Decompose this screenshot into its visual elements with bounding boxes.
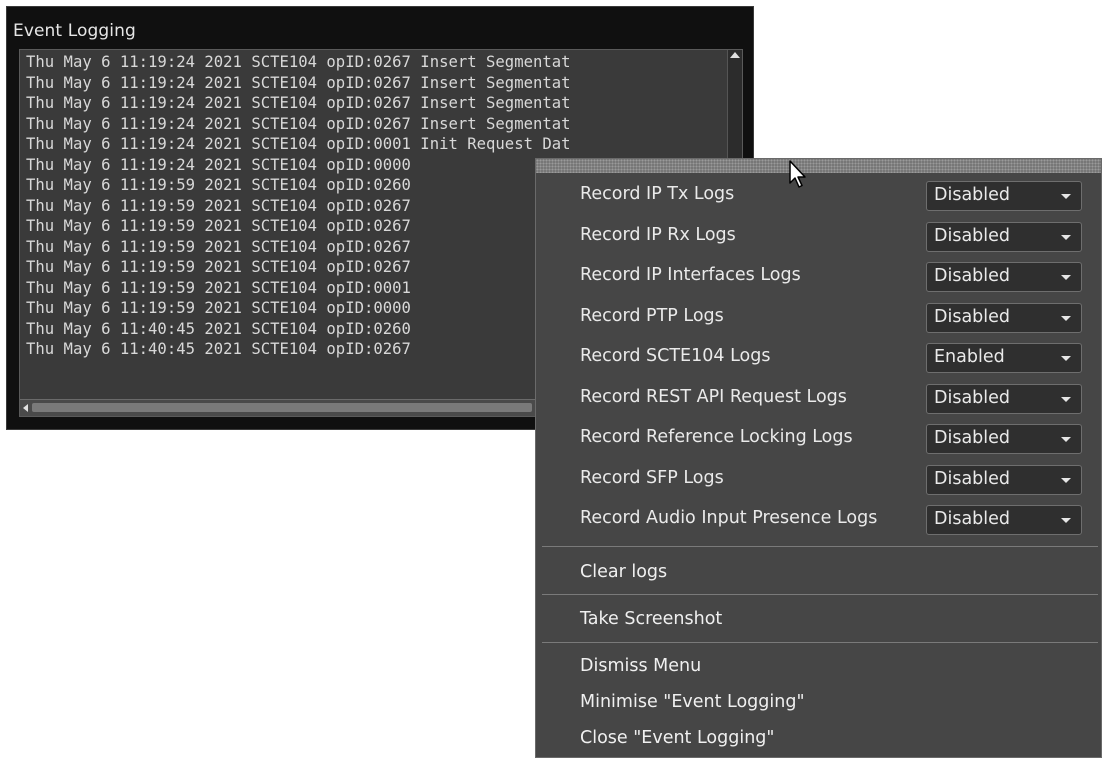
dropdown-value: Disabled bbox=[934, 225, 1011, 246]
setting-label: Record Reference Locking Logs bbox=[580, 427, 853, 447]
dropdown-value: Disabled bbox=[934, 387, 1011, 408]
log-line: Thu May 6 11:19:24 2021 SCTE104 opID:026… bbox=[26, 114, 571, 133]
ptp-logs-dropdown[interactable]: Disabled bbox=[926, 302, 1082, 333]
dismiss-menu-item[interactable]: Dismiss Menu bbox=[580, 656, 701, 676]
setting-label: Record IP Interfaces Logs bbox=[580, 265, 801, 285]
setting-row-ip-tx: Record IP Tx Logs Disabled bbox=[536, 176, 1101, 216]
setting-row-rest-api: Record REST API Request Logs Disabled bbox=[536, 379, 1101, 419]
menu-drag-handle[interactable] bbox=[536, 159, 1101, 173]
ip-rx-logs-dropdown[interactable]: Disabled bbox=[926, 221, 1082, 252]
window-title: Event Logging bbox=[13, 21, 136, 41]
reference-locking-logs-dropdown[interactable]: Disabled bbox=[926, 424, 1082, 454]
chevron-down-icon bbox=[1061, 194, 1071, 199]
chevron-down-icon bbox=[1061, 518, 1071, 523]
menu-separator bbox=[542, 594, 1098, 595]
scroll-left-arrow-icon[interactable] bbox=[23, 404, 28, 412]
chevron-down-icon bbox=[1061, 315, 1071, 321]
clear-logs-item[interactable]: Clear logs bbox=[580, 562, 667, 582]
setting-label: Record Audio Input Presence Logs bbox=[580, 508, 878, 528]
setting-label: Record PTP Logs bbox=[580, 305, 724, 326]
log-line: Thu May 6 11:19:24 2021 SCTE104 opID:026… bbox=[26, 73, 571, 92]
scroll-up-arrow-icon[interactable] bbox=[730, 52, 740, 58]
chevron-down-icon bbox=[1061, 234, 1071, 240]
setting-row-reference-locking: Record Reference Locking Logs Disabled bbox=[536, 419, 1101, 459]
dropdown-value: Disabled bbox=[934, 468, 1011, 489]
log-line: Thu May 6 11:19:24 2021 SCTE104 opID:000… bbox=[26, 135, 571, 153]
minimise-window-item[interactable]: Minimise "Event Logging" bbox=[580, 692, 805, 712]
close-window-item[interactable]: Close "Event Logging" bbox=[580, 728, 774, 748]
dropdown-value: Disabled bbox=[934, 266, 1011, 286]
dropdown-value: Disabled bbox=[934, 306, 1011, 327]
log-line: Thu May 6 11:19:24 2021 SCTE104 opID:026… bbox=[26, 94, 571, 112]
chevron-down-icon bbox=[1061, 396, 1071, 402]
ip-interfaces-logs-dropdown[interactable]: Disabled bbox=[926, 262, 1082, 292]
dropdown-value: Disabled bbox=[934, 509, 1011, 529]
chevron-down-icon bbox=[1061, 437, 1071, 442]
setting-label: Record IP Rx Logs bbox=[580, 224, 736, 245]
chevron-down-icon bbox=[1061, 275, 1071, 280]
setting-label: Record IP Tx Logs bbox=[580, 184, 735, 204]
mouse-pointer-icon bbox=[789, 160, 806, 188]
setting-row-scte104: Record SCTE104 Logs Enabled bbox=[536, 338, 1101, 378]
menu-separator bbox=[542, 642, 1098, 643]
dropdown-value: Enabled bbox=[934, 347, 1005, 367]
setting-row-ip-interfaces: Record IP Interfaces Logs Disabled bbox=[536, 257, 1101, 297]
dropdown-value: Disabled bbox=[934, 428, 1011, 448]
context-menu: Record IP Tx Logs Disabled Record IP Rx … bbox=[535, 158, 1102, 758]
sfp-logs-dropdown[interactable]: Disabled bbox=[926, 464, 1082, 495]
ip-tx-logs-dropdown[interactable]: Disabled bbox=[926, 181, 1082, 211]
log-line: Thu May 6 11:19:24 2021 SCTE104 opID:026… bbox=[26, 53, 571, 71]
setting-row-ptp: Record PTP Logs Disabled bbox=[536, 298, 1101, 338]
setting-label: Record SFP Logs bbox=[580, 467, 724, 488]
rest-api-logs-dropdown[interactable]: Disabled bbox=[926, 383, 1082, 414]
menu-separator bbox=[542, 546, 1098, 547]
scrollbar-thumb[interactable] bbox=[32, 403, 532, 412]
chevron-down-icon bbox=[1061, 477, 1071, 483]
setting-row-ip-rx: Record IP Rx Logs Disabled bbox=[536, 217, 1101, 257]
scte104-logs-dropdown[interactable]: Enabled bbox=[926, 343, 1082, 373]
take-screenshot-item[interactable]: Take Screenshot bbox=[580, 609, 722, 629]
setting-label: Record SCTE104 Logs bbox=[580, 346, 771, 366]
chevron-down-icon bbox=[1061, 356, 1071, 361]
audio-input-presence-logs-dropdown[interactable]: Disabled bbox=[926, 505, 1082, 535]
setting-row-audio-input-presence: Record Audio Input Presence Logs Disable… bbox=[536, 500, 1101, 540]
setting-label: Record REST API Request Logs bbox=[580, 386, 847, 407]
dropdown-value: Disabled bbox=[934, 185, 1011, 205]
setting-row-sfp: Record SFP Logs Disabled bbox=[536, 460, 1101, 500]
